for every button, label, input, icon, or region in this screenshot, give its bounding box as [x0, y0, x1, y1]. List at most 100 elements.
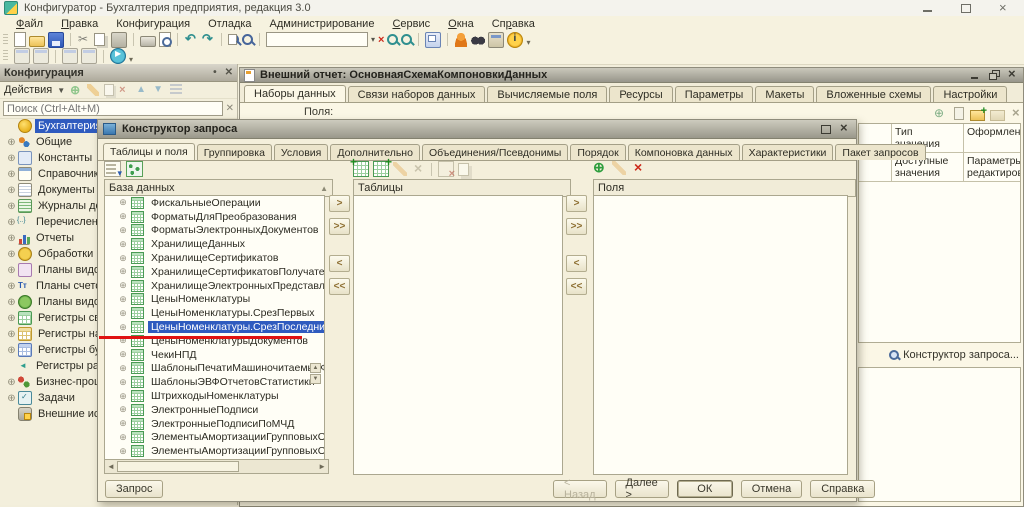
transfer-remove-all-button[interactable]: << [329, 278, 350, 295]
zoom-icon[interactable] [242, 34, 253, 45]
new-document-icon[interactable] [14, 32, 26, 47]
info-icon[interactable] [507, 32, 523, 48]
db-table-row-19[interactable]: ⊕ЭлементыАмортизацииГрупповыхОСБухгал [105, 444, 324, 458]
selected-tables-list[interactable] [353, 195, 563, 475]
query-text-box[interactable] [858, 367, 1021, 502]
expand-icon[interactable]: ⊕ [6, 297, 17, 308]
menu-7[interactable]: Окна [440, 18, 482, 30]
add-page-icon[interactable] [952, 107, 965, 120]
db-table-row-7[interactable]: ⊕ХранилищеЭлектронныхПредставленийРег [105, 279, 324, 293]
expand-icon[interactable]: ⊕ [118, 391, 128, 402]
expand-icon[interactable]: ⊕ [6, 313, 17, 324]
expand-icon[interactable]: ⊕ [6, 185, 17, 196]
db-table-row-17[interactable]: ⊕ЭлектронныеПодписиПоМЧД [105, 417, 324, 431]
dataset-list-icon[interactable] [104, 161, 121, 177]
search-clear-icon[interactable]: × [378, 34, 384, 46]
scroll-up-icon[interactable]: ▲ [310, 363, 321, 373]
menu-2[interactable]: Правка [53, 18, 106, 30]
move-up-icon[interactable]: ▲ [136, 84, 148, 96]
db-table-row-6[interactable]: ⊕ХранилищеСертификатовПолучателей [105, 265, 324, 279]
toolbar-grip[interactable] [3, 50, 8, 62]
add-virtual-table-icon[interactable] [353, 161, 369, 177]
delete-field-icon[interactable] [1010, 107, 1023, 120]
copy-icon[interactable] [104, 84, 114, 96]
transfer-remove-button[interactable]: < [566, 255, 587, 272]
dialog-tab-8[interactable]: Характеристики [742, 144, 834, 160]
interface-icon[interactable] [81, 48, 97, 64]
menu-8[interactable]: Справка [484, 18, 543, 30]
expand-icon[interactable]: ⊕ [6, 233, 17, 244]
cut-icon[interactable] [77, 33, 91, 47]
query-text-button[interactable]: Запрос [105, 480, 163, 498]
edit-field-icon[interactable] [612, 161, 626, 175]
move-down-icon[interactable]: ▼ [153, 84, 165, 96]
transfer-add-all-button[interactable]: >> [329, 218, 350, 235]
transfer-remove-button[interactable]: < [329, 255, 350, 272]
find-next-icon[interactable] [387, 34, 398, 45]
expand-icon[interactable]: ⊕ [118, 432, 128, 443]
expand-icon[interactable]: ⊕ [118, 308, 128, 319]
add-folder-icon[interactable] [970, 110, 985, 121]
scroll-left-icon[interactable]: ◄ [107, 462, 115, 471]
move-folder-icon[interactable] [990, 110, 1005, 121]
menu-5[interactable]: Администрирование [262, 18, 383, 30]
fields-col-appearance[interactable]: Оформление [963, 124, 1020, 152]
expand-icon[interactable]: ⊕ [118, 404, 128, 415]
close-button[interactable] [998, 3, 1010, 14]
dialog-title-bar[interactable]: Конструктор запроса [98, 120, 856, 139]
expand-icon[interactable]: ⊕ [118, 294, 128, 305]
report-tab-4[interactable]: Ресурсы [609, 86, 672, 102]
db-table-row-4[interactable]: ⊕ХранилищеДанных [105, 237, 324, 251]
expand-icon[interactable]: ⊕ [118, 322, 128, 333]
report-tab-2[interactable]: Связи наборов данных [348, 86, 486, 102]
minimize-button[interactable] [922, 3, 934, 14]
db-table-row-14[interactable]: ⊕ШаблоныЭВФОтчетовСтатистики [105, 375, 324, 389]
mdi-minimize-icon[interactable] [970, 70, 981, 80]
db-table-row-13[interactable]: ⊕ШаблоныПечатиМашиночитаемыхФорм [105, 362, 324, 376]
db-table-row-18[interactable]: ⊕ЭлементыАмортизацииГрупповыхОСБухгал [105, 431, 324, 445]
expand-icon[interactable]: ⊕ [118, 225, 128, 236]
config-search-clear-icon[interactable]: ✕ [226, 103, 234, 114]
transfer-add-button[interactable]: > [566, 195, 587, 212]
search-dropdown-icon[interactable]: ▾ [371, 35, 375, 44]
find-icon[interactable] [228, 34, 239, 45]
expand-icon[interactable]: ⊕ [6, 329, 17, 340]
configurator-icon[interactable] [454, 33, 468, 47]
expand-icon[interactable]: ⊕ [118, 377, 128, 388]
scroll-right-icon[interactable]: ► [318, 462, 326, 471]
report-tab-1[interactable]: Наборы данных [244, 85, 346, 102]
dialog-tab-9[interactable]: Пакет запросов [835, 144, 925, 160]
panel-close-icon[interactable]: ✕ [225, 67, 233, 78]
database-list-hscrollbar[interactable]: ◄ ► [104, 459, 329, 474]
menu-4[interactable]: Отладка [200, 18, 259, 30]
db-table-row-10[interactable]: ⊕ЦеныНоменклатуры.СрезПоследних [105, 320, 324, 334]
expand-icon[interactable]: ⊕ [118, 239, 128, 250]
add-field-expression-icon[interactable] [593, 161, 607, 175]
config-search-input[interactable] [3, 101, 223, 116]
cancel-button[interactable]: Отмена [741, 480, 802, 498]
db-table-row-16[interactable]: ⊕ЭлектронныеПодписи [105, 403, 324, 417]
report-tab-3[interactable]: Вычисляемые поля [487, 86, 607, 102]
scroll-down-icon[interactable]: ▼ [310, 374, 321, 384]
menu-6[interactable]: Сервис [384, 18, 438, 30]
save-icon[interactable] [48, 32, 64, 48]
report-tab-7[interactable]: Вложенные схемы [816, 86, 931, 102]
db-table-row-15[interactable]: ⊕ШтрихкодыНоменклатуры [105, 389, 324, 403]
expand-icon[interactable]: ⊕ [118, 418, 128, 429]
help-button[interactable]: Справка [810, 480, 875, 498]
search-input[interactable] [266, 32, 368, 47]
report-tab-6[interactable]: Макеты [755, 86, 814, 102]
preview-icon[interactable] [159, 32, 171, 47]
expand-icon[interactable]: ⊕ [118, 349, 128, 360]
report-tab-5[interactable]: Параметры [675, 86, 754, 102]
toolbar-overflow-icon[interactable]: ▾ [129, 55, 133, 64]
maximize-button[interactable] [960, 3, 972, 14]
toolbar-grip[interactable] [3, 34, 8, 46]
report-tab-8[interactable]: Настройки [933, 86, 1007, 102]
form-icon[interactable] [14, 48, 30, 64]
transfer-add-all-button[interactable]: >> [566, 218, 587, 235]
expand-icon[interactable]: ⊕ [6, 281, 17, 292]
redo-icon[interactable] [201, 33, 215, 47]
transfer-remove-all-button[interactable]: << [566, 278, 587, 295]
toolbar-overflow-icon[interactable]: ▾ [526, 38, 530, 47]
